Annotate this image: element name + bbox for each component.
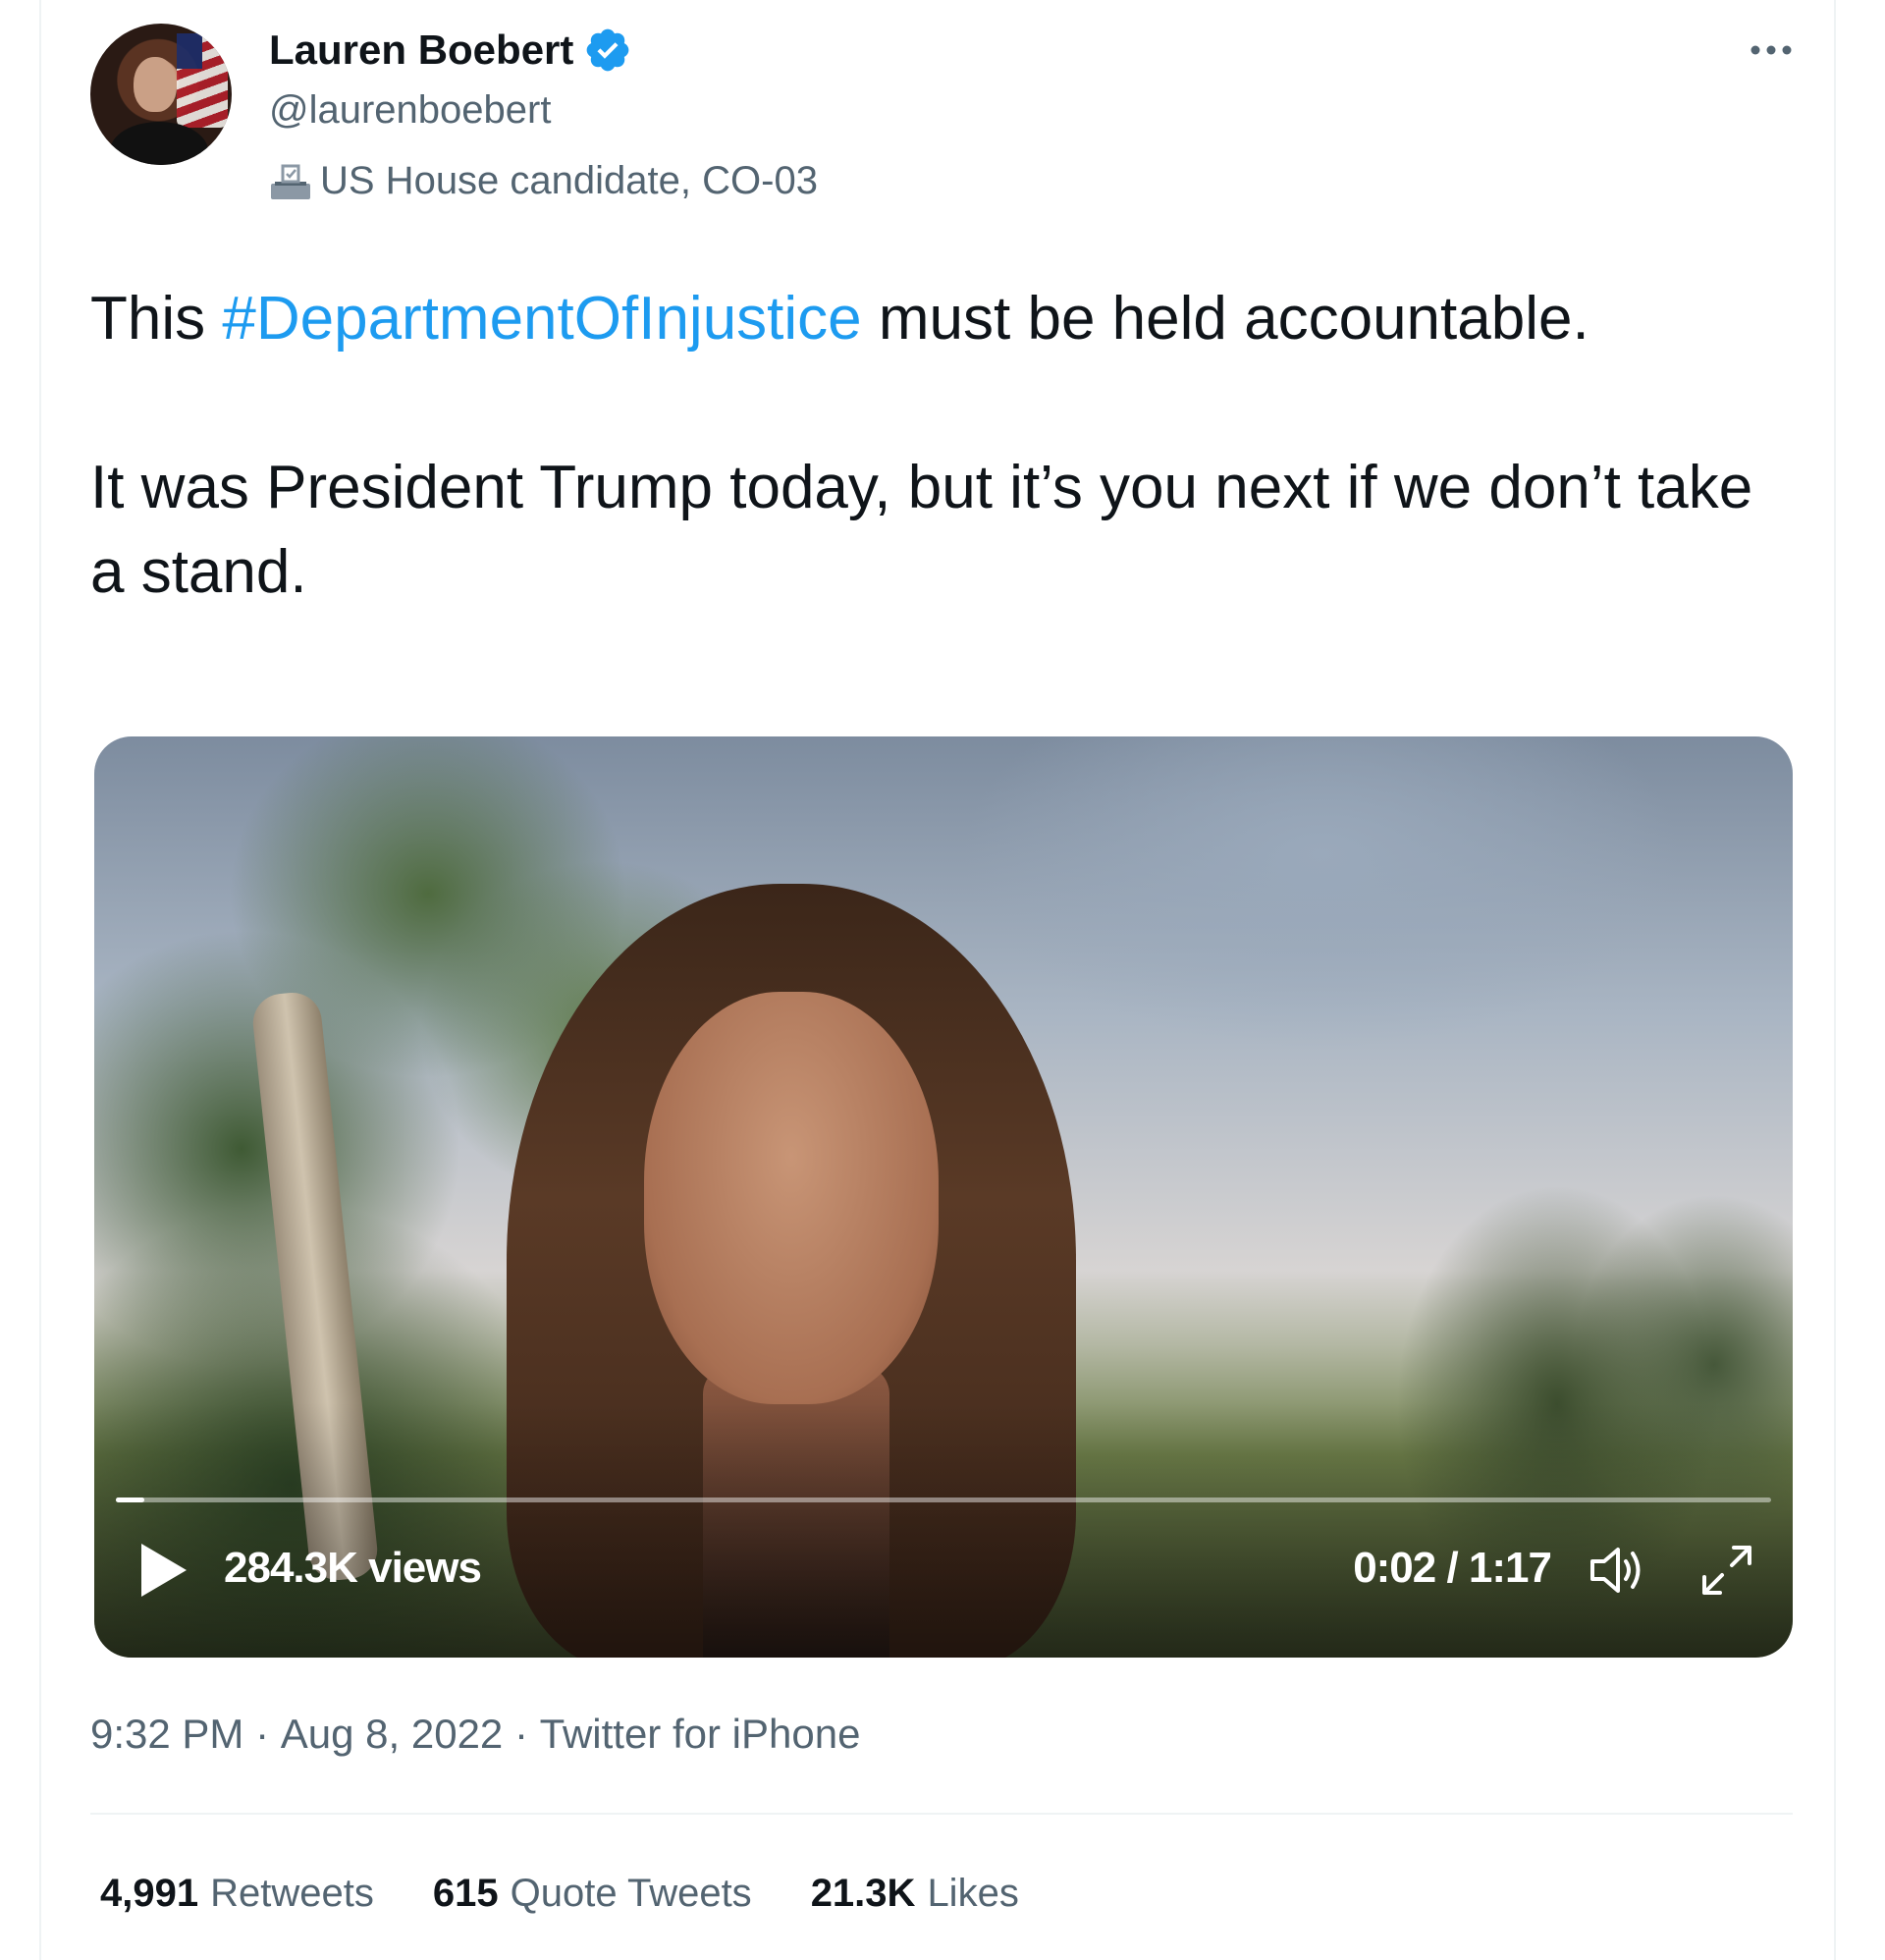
ballot-box-icon (271, 164, 310, 199)
author-name[interactable]: Lauren Boebert (269, 27, 573, 74)
video-timecode: 0:02 / 1:17 (1353, 1544, 1552, 1592)
fullscreen-icon[interactable] (1696, 1540, 1757, 1601)
quote-tweets-label: Quote Tweets (510, 1872, 752, 1915)
divider (90, 1813, 1793, 1815)
account-label-text: US House candidate, CO-03 (320, 159, 818, 202)
meta-separator: · (503, 1711, 540, 1757)
avatar-flag (177, 33, 228, 128)
verified-badge-icon (587, 28, 629, 72)
meta-separator: · (243, 1711, 281, 1757)
avatar-face (134, 57, 177, 112)
tweet-date[interactable]: Aug 8, 2022 (281, 1711, 504, 1758)
video-player[interactable]: 284.3K views 0:02 / 1:17 (94, 736, 1793, 1658)
video-progress-bar[interactable] (116, 1497, 1771, 1502)
retweets-label: Retweets (210, 1872, 374, 1915)
tweet-source[interactable]: Twitter for iPhone (540, 1711, 861, 1758)
hashtag-link[interactable]: #DepartmentOfInjustice (222, 285, 861, 353)
volume-icon[interactable] (1587, 1542, 1649, 1599)
author-handle[interactable]: @laurenboebert (269, 88, 551, 133)
more-dots-icon[interactable] (1742, 35, 1801, 65)
quote-tweets-count: 615 (432, 1872, 499, 1915)
view-count: 284.3K views (224, 1544, 482, 1592)
author-row: Lauren Boebert (269, 26, 632, 75)
video-controls: 284.3K views 0:02 / 1:17 (94, 1530, 1793, 1618)
engagement-stats: 4,991 Retweets 615 Quote Tweets 21.3K Li… (100, 1872, 1019, 1916)
avatar-shoulders (110, 122, 208, 165)
quote-tweets-stat[interactable]: 615 Quote Tweets (433, 1872, 752, 1916)
tweet-time[interactable]: 9:32 PM (90, 1711, 243, 1758)
tweet-text: This #DepartmentOfInjustice must be held… (90, 277, 1759, 615)
play-icon[interactable] (135, 1540, 190, 1601)
avatar[interactable] (90, 24, 232, 165)
likes-count: 21.3K (810, 1872, 916, 1915)
video-progress-fill (116, 1497, 144, 1502)
video-frame-face (644, 992, 939, 1404)
retweets-count: 4,991 (100, 1872, 199, 1915)
tweet-text-lead: This (90, 285, 223, 353)
account-label: US House candidate, CO-03 (269, 159, 818, 203)
tweet-meta: 9:32 PM · Aug 8, 2022 · Twitter for iPho… (90, 1711, 860, 1758)
likes-label: Likes (927, 1872, 1019, 1915)
retweets-stat[interactable]: 4,991 Retweets (100, 1872, 374, 1916)
likes-stat[interactable]: 21.3K Likes (811, 1872, 1019, 1916)
